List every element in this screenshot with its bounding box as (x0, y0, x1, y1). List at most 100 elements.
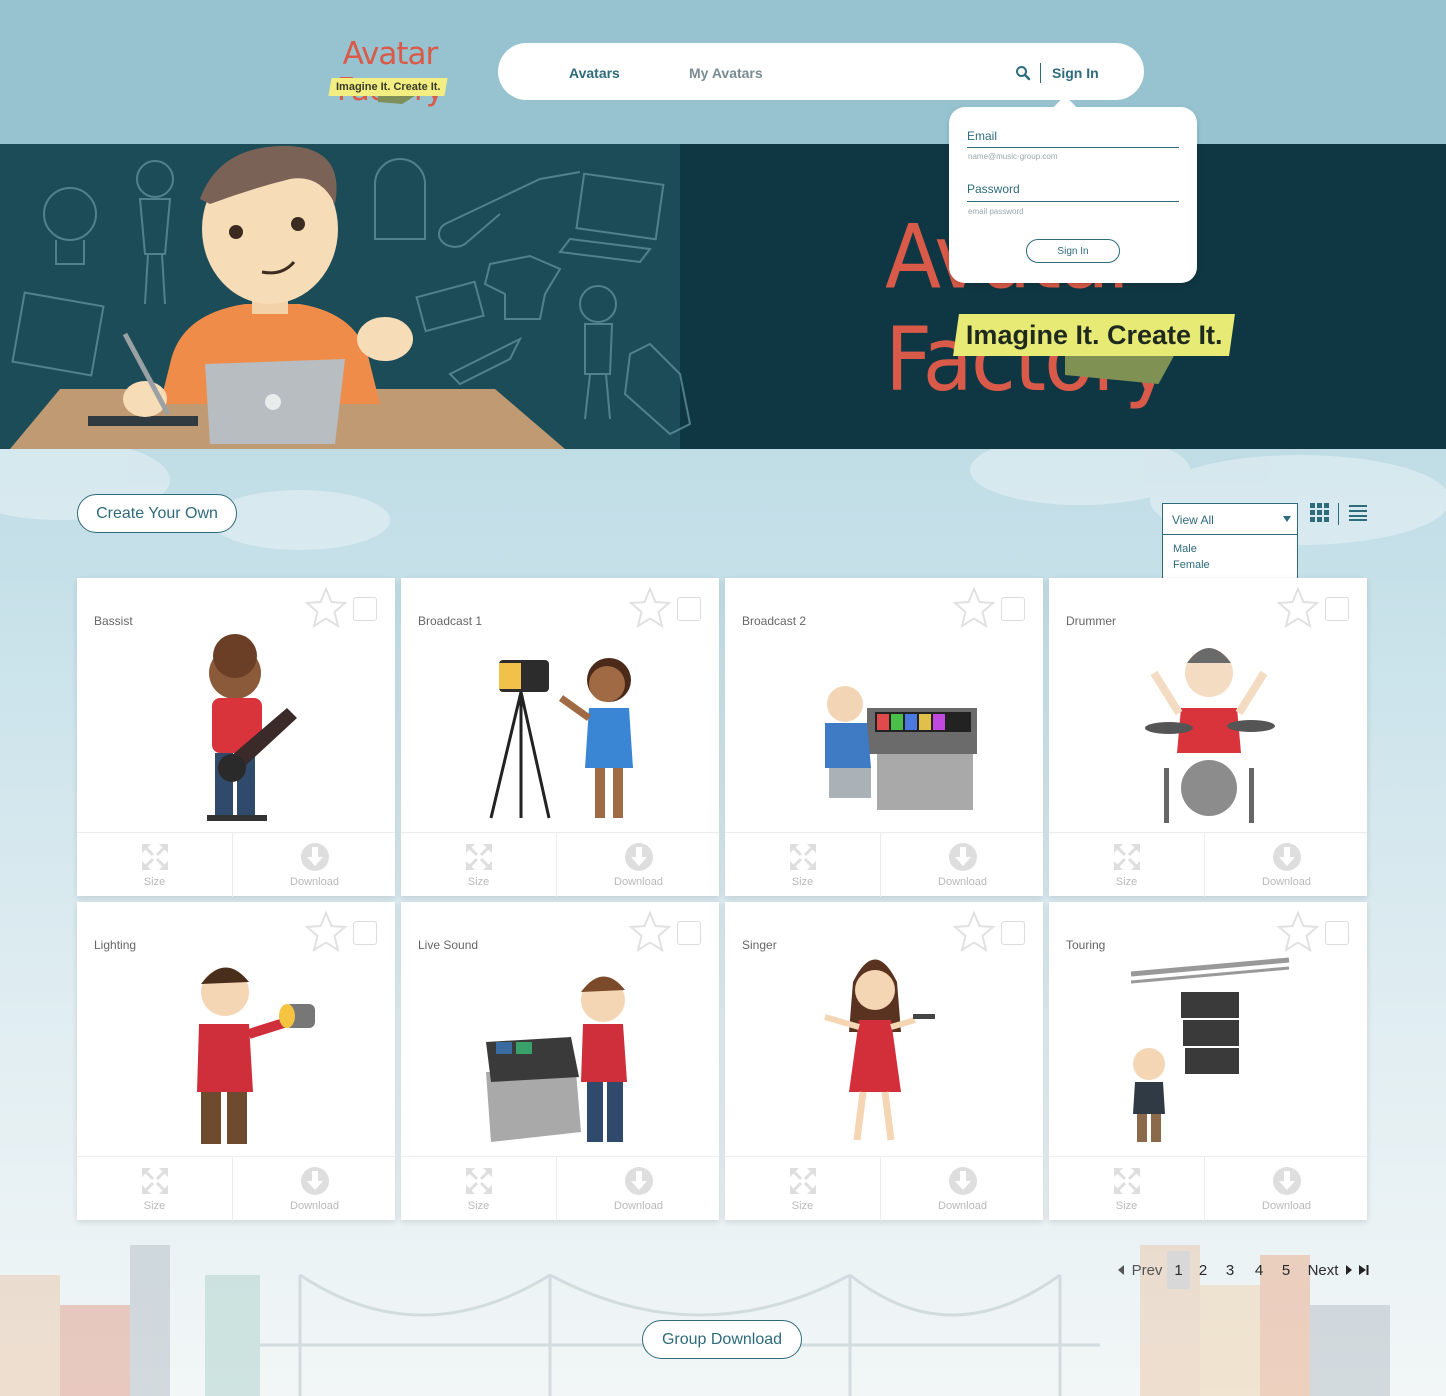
group-download-button[interactable]: Group Download (642, 1320, 802, 1359)
select-checkbox[interactable] (353, 597, 377, 621)
download-button[interactable]: Download (882, 833, 1043, 897)
expand-icon (141, 844, 168, 870)
avatar-card-lighting[interactable]: Lighting Size Download (77, 902, 395, 1221)
lighting-avatar-image (197, 967, 315, 1144)
avatar-card-broadcast-2[interactable]: Broadcast 2 Size Download (725, 578, 1043, 897)
size-button[interactable]: Size (77, 833, 233, 897)
list-view-icon[interactable] (1349, 505, 1367, 521)
size-label: Size (143, 876, 166, 888)
expand-icon (789, 844, 816, 870)
password-underline (967, 201, 1179, 202)
page-2-button[interactable]: 2 (1194, 1251, 1212, 1289)
size-button[interactable]: Size (1049, 833, 1205, 897)
select-checkbox[interactable] (1001, 597, 1025, 621)
filter-option-male[interactable]: Male (1173, 543, 1197, 555)
page-4-button[interactable]: 4 (1250, 1251, 1268, 1289)
gender-filter-select[interactable]: View All (1162, 503, 1298, 535)
download-label: Download (1262, 1200, 1311, 1212)
grid-view-icon[interactable] (1310, 503, 1329, 523)
avatar-card-touring[interactable]: Touring Size Download (1049, 902, 1367, 1221)
bassist-avatar-image (207, 634, 297, 821)
filter-option-female[interactable]: Female (1173, 559, 1210, 571)
avatar-card-drummer[interactable]: Drummer Size Download (1049, 578, 1367, 897)
avatar-card-live-sound[interactable]: Live Sound Size Download (401, 902, 719, 1221)
size-button[interactable]: Size (1049, 1157, 1205, 1221)
avatar-card-broadcast-1[interactable]: Broadcast 1 Size Download (401, 578, 719, 897)
select-checkbox[interactable] (1325, 921, 1349, 945)
download-button[interactable]: Download (558, 833, 719, 897)
download-button[interactable]: Download (234, 833, 395, 897)
expand-icon (1113, 844, 1140, 870)
email-field[interactable]: name@music-group.com (968, 152, 1057, 161)
logo-tagline: Imagine It. Create It. (335, 81, 441, 93)
download-label: Download (290, 1200, 339, 1212)
page-5-button[interactable]: 5 (1277, 1251, 1295, 1289)
size-button[interactable]: Size (725, 833, 881, 897)
broadcast-1-avatar-image (489, 658, 633, 819)
select-checkbox[interactable] (677, 597, 701, 621)
search-icon[interactable] (1015, 65, 1031, 81)
size-button[interactable]: Size (725, 1157, 881, 1221)
size-button[interactable]: Size (77, 1157, 233, 1221)
download-icon (948, 843, 977, 871)
size-label: Size (791, 876, 814, 888)
download-icon (300, 1167, 329, 1195)
nav-sign-in[interactable]: Sign In (1052, 65, 1099, 81)
nav-avatars[interactable]: Avatars (569, 65, 620, 81)
select-checkbox[interactable] (1001, 921, 1025, 945)
nav-my-avatars[interactable]: My Avatars (689, 65, 763, 81)
expand-icon (465, 844, 492, 870)
hero-tagline: Imagine It. Create It. (965, 319, 1223, 350)
sign-in-submit-button[interactable]: Sign In (1026, 239, 1120, 263)
card-actions: Size Download (725, 1156, 1043, 1221)
download-label: Download (614, 1200, 663, 1212)
expand-icon (1113, 1168, 1140, 1194)
select-checkbox[interactable] (353, 921, 377, 945)
expand-icon (465, 1168, 492, 1194)
hero-banner: Avatar Factory Imagine It. Create It. (0, 144, 1446, 449)
filter-selected-value: View All (1172, 513, 1214, 527)
size-label: Size (791, 1200, 814, 1212)
email-label: Email (967, 129, 998, 143)
size-button[interactable]: Size (401, 833, 557, 897)
last-page-icon[interactable] (1358, 1251, 1370, 1289)
prev-page-button[interactable]: Prev (1114, 1251, 1166, 1289)
download-button[interactable]: Download (234, 1157, 395, 1221)
card-actions: Size Download (1049, 832, 1367, 897)
create-your-own-button[interactable]: Create Your Own (77, 494, 237, 533)
expand-icon (789, 1168, 816, 1194)
brand-logo[interactable]: Avatar Factory Imagine It. Create It. (300, 36, 480, 112)
download-button[interactable]: Download (882, 1157, 1043, 1221)
singer-avatar-image (824, 959, 935, 1141)
card-actions: Size Download (77, 1156, 395, 1221)
city-skyline-background (0, 1245, 1390, 1396)
chevron-left-icon (1117, 1265, 1124, 1275)
download-button[interactable]: Download (558, 1157, 719, 1221)
download-button[interactable]: Download (1206, 833, 1367, 897)
page-3-button[interactable]: 3 (1221, 1251, 1239, 1289)
select-checkbox[interactable] (1325, 597, 1349, 621)
card-title: Bassist (94, 614, 133, 628)
download-button[interactable]: Download (1206, 1157, 1367, 1221)
pagination: Prev 1 2 3 4 5 Next (1110, 1251, 1372, 1289)
select-checkbox[interactable] (677, 921, 701, 945)
password-label: Password (967, 182, 1020, 196)
nav-divider (1040, 63, 1041, 83)
card-actions: Size Download (401, 832, 719, 897)
next-label: Next (1307, 1261, 1339, 1279)
avatar-card-bassist[interactable]: Bassist Size Download (77, 578, 395, 897)
main-nav: Avatars My Avatars Sign In (498, 43, 1144, 100)
download-label: Download (938, 876, 987, 888)
download-icon (624, 1167, 653, 1195)
password-field[interactable]: email password (968, 207, 1024, 216)
page-1-button[interactable]: 1 (1167, 1251, 1190, 1289)
download-icon (1272, 843, 1301, 871)
size-label: Size (143, 1200, 166, 1212)
card-title: Touring (1066, 938, 1106, 952)
avatar-card-singer[interactable]: Singer Size Download (725, 902, 1043, 1221)
download-icon (1272, 1167, 1301, 1195)
next-page-button[interactable]: Next (1305, 1251, 1355, 1289)
chevron-right-icon (1346, 1265, 1353, 1275)
card-actions: Size Download (77, 832, 395, 897)
size-button[interactable]: Size (401, 1157, 557, 1221)
